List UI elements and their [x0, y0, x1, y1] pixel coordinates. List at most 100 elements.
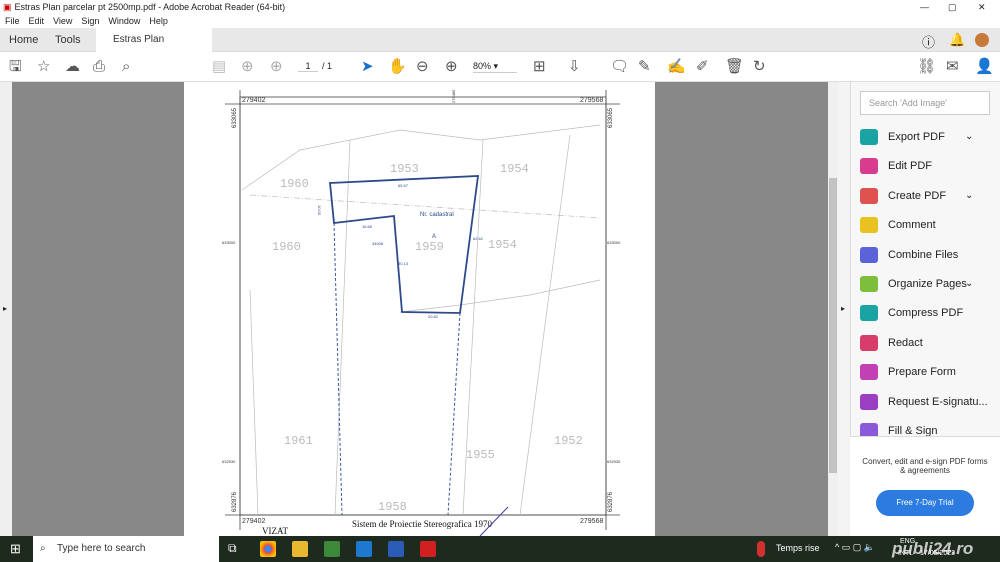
search-zoom-icon[interactable]: ⌕: [122, 59, 130, 75]
acrobat-taskbar-icon[interactable]: [420, 541, 436, 557]
tool-item[interactable]: Create PDF: [860, 186, 946, 206]
area-label: 34008: [372, 241, 384, 246]
comment-icon[interactable]: 🗨: [610, 59, 629, 75]
coord-low-left: 632930: [222, 459, 236, 464]
menu-file[interactable]: File: [5, 16, 20, 26]
maximize-button[interactable]: ▢: [948, 0, 957, 14]
dimension-label: 65.57: [398, 183, 409, 188]
tool-icon: [860, 305, 878, 322]
search-icon: ⌕: [40, 543, 46, 554]
promo-text: Convert, edit and e-sign PDF forms & agr…: [862, 457, 988, 475]
taskbar-search-placeholder: Type here to search: [57, 543, 146, 554]
menu-view[interactable]: View: [53, 16, 72, 26]
expand-left-icon[interactable]: ▸: [3, 304, 7, 313]
print-icon[interactable]: ⎙: [93, 59, 105, 75]
left-pane-toggle[interactable]: ▸: [0, 82, 12, 536]
tool-label: Compress PDF: [888, 307, 964, 320]
minimize-button[interactable]: —: [920, 0, 929, 14]
menu-sign[interactable]: Sign: [81, 16, 99, 26]
mail-icon[interactable]: [356, 541, 372, 557]
chevron-down-icon[interactable]: ⌄: [965, 131, 973, 142]
coord-top-left: 279402: [242, 97, 265, 104]
edit-text-icon[interactable]: ✐: [696, 59, 709, 75]
tool-item[interactable]: Comment: [860, 215, 936, 235]
scroll-mode-icon[interactable]: ⇩: [568, 59, 581, 75]
select-cursor-icon[interactable]: ➤: [361, 59, 374, 75]
hand-tool-icon[interactable]: ✋: [388, 59, 407, 75]
share-link-icon[interactable]: ⛓: [917, 59, 936, 75]
tool-label: Organize Pages: [888, 278, 967, 290]
menu-help[interactable]: Help: [149, 16, 168, 26]
parcel-number: 1959: [415, 240, 444, 254]
save-icon[interactable]: 🖫: [9, 59, 22, 75]
add-user-icon[interactable]: 👤: [975, 59, 994, 75]
watermark: publi24.ro: [892, 539, 974, 558]
menu-edit[interactable]: Edit: [29, 16, 45, 26]
word-icon[interactable]: [388, 541, 404, 557]
thermometer-icon: [757, 541, 765, 557]
tool-item[interactable]: Request E-signatu...: [860, 392, 988, 412]
close-button[interactable]: ✕: [978, 0, 986, 14]
tool-item[interactable]: Redact: [860, 333, 923, 353]
tool-icon: [860, 246, 878, 263]
zoom-in-icon[interactable]: ⊕: [445, 59, 458, 75]
tool-icon: [860, 393, 878, 410]
rotate-icon[interactable]: ↻: [753, 59, 766, 75]
star-icon[interactable]: ☆: [37, 59, 50, 75]
tool-icon: [860, 217, 878, 234]
highlight-pen-icon[interactable]: ✎: [638, 59, 651, 75]
fit-page-icon[interactable]: ⊞: [533, 59, 546, 75]
taskbar-search-input[interactable]: ⌕ Type here to search: [33, 536, 219, 562]
page-thumbnails-icon[interactable]: ▤: [212, 59, 226, 75]
toolbar: 🖫 ☆ ☁ ⎙ ⌕ ▤ ⊕ ⊕ 1 / 1 ➤ ✋ ⊖ ⊕ 80% ▾ ⊞ ⇩ …: [0, 52, 1000, 82]
tool-item[interactable]: Compress PDF: [860, 303, 963, 323]
store-icon[interactable]: [324, 541, 340, 557]
tool-label: Combine Files: [888, 248, 959, 261]
weather-text[interactable]: Temps rise: [776, 543, 820, 553]
tool-item[interactable]: Edit PDF: [860, 156, 932, 176]
chrome-icon[interactable]: [260, 541, 276, 557]
next-page-icon[interactable]: ⊕: [270, 59, 283, 75]
tool-item[interactable]: Combine Files: [860, 245, 958, 265]
bell-icon[interactable]: 🔔: [949, 32, 965, 48]
upload-cloud-icon[interactable]: ☁: [65, 59, 80, 75]
chevron-down-icon[interactable]: ⌄: [965, 278, 973, 289]
zoom-value: 80%: [473, 61, 492, 71]
windows-start-icon[interactable]: ⊞: [10, 541, 21, 557]
file-explorer-icon[interactable]: [292, 541, 308, 557]
pdf-page: 279402 279568 279402 279568 633065 63306…: [184, 82, 655, 537]
collapse-right-icon[interactable]: ▸: [841, 304, 845, 313]
sign-icon[interactable]: ✍: [667, 59, 686, 75]
help-icon[interactable]: ⓘ: [922, 32, 935, 51]
tab-document[interactable]: Estras Plan parcelar...×: [96, 28, 212, 69]
email-icon[interactable]: ✉: [946, 59, 959, 75]
system-tray-icons[interactable]: ^ ▭ ▢ 🔈: [835, 542, 875, 553]
previous-page-icon[interactable]: ⊕: [241, 59, 254, 75]
zoom-select[interactable]: 80% ▾: [473, 61, 517, 73]
tool-item[interactable]: Organize Pages: [860, 274, 967, 294]
tool-item[interactable]: Export PDF: [860, 127, 945, 147]
map-frame: [239, 96, 607, 516]
stamp-text: VIZAT: [262, 526, 288, 536]
task-view-icon[interactable]: ⧉: [228, 541, 237, 556]
chevron-down-icon[interactable]: ⌄: [965, 190, 973, 201]
delete-icon[interactable]: 🗑: [725, 59, 744, 75]
page-number-input[interactable]: 1: [298, 61, 318, 72]
menu-window[interactable]: Window: [108, 16, 140, 26]
coord-right-top: 633065: [608, 107, 614, 128]
parcel-number: 1954: [488, 238, 517, 252]
tools-search-input[interactable]: Search 'Add Image': [860, 91, 990, 115]
cadastral-label: Nr. cadastral: [420, 212, 454, 218]
zoom-out-icon[interactable]: ⊖: [416, 59, 429, 75]
dimension-label: 62.62: [473, 236, 484, 241]
scrollbar-thumb[interactable]: [829, 178, 837, 473]
coord-mid-right: 633000: [607, 240, 621, 245]
tab-home[interactable]: Home: [9, 28, 38, 52]
free-trial-button[interactable]: Free 7-Day Trial: [876, 490, 974, 516]
avatar[interactable]: [975, 33, 989, 47]
right-pane-toggle[interactable]: ▸: [838, 82, 850, 536]
coord-left-bottom: 632876: [232, 491, 238, 512]
tab-tools[interactable]: Tools: [55, 28, 81, 52]
window-title: Estras Plan parcelar pt 2500mp.pdf - Ado…: [14, 2, 286, 12]
tool-item[interactable]: Prepare Form: [860, 362, 956, 382]
